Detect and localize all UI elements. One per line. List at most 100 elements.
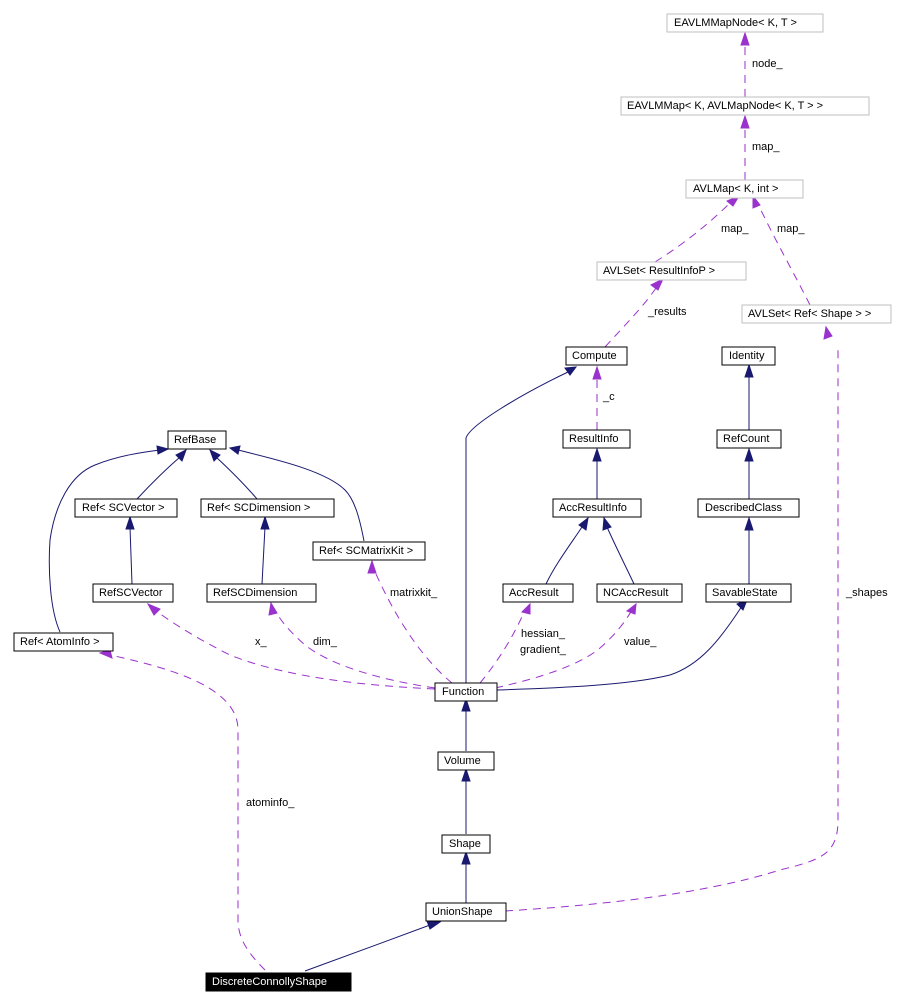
node-ref-scdimension[interactable]: Ref< SCDimension > <box>200 498 335 518</box>
edge-label-results: _results <box>647 306 687 318</box>
edge-label-hessian: hessian_ <box>521 628 566 640</box>
arrowhead-icon <box>461 767 471 782</box>
svg-text:AVLSet< ResultInfoP >: AVLSet< ResultInfoP > <box>603 265 715 277</box>
svg-text:AVLSet< Ref< Shape > >: AVLSet< Ref< Shape > > <box>748 308 871 320</box>
nodes: EAVLMMapNode< K, T > EAVLMMap< K, AVLMap… <box>13 13 892 992</box>
node-refscvector[interactable]: RefSCVector <box>92 583 174 603</box>
svg-text:AccResultInfo: AccResultInfo <box>559 502 627 514</box>
node-savablestate[interactable]: SavableState <box>705 583 792 603</box>
node-volume[interactable]: Volume <box>437 751 495 771</box>
collaboration-diagram: node_ map_ map_ map_ _results _c _shapes… <box>13 13 892 992</box>
svg-text:Identity: Identity <box>729 350 765 362</box>
arrowhead-icon <box>602 516 612 531</box>
node-refscdimension[interactable]: RefSCDimension <box>206 583 317 603</box>
svg-text:Function: Function <box>442 686 484 698</box>
edge-map-avlset-refshape <box>757 203 811 306</box>
edge-dim <box>274 609 436 689</box>
node-refcount[interactable]: RefCount <box>716 429 782 449</box>
node-avlset-refshape[interactable]: AVLSet< Ref< Shape > > <box>741 304 892 324</box>
node-avlset-resultinfop[interactable]: AVLSet< ResultInfoP > <box>596 261 747 281</box>
edge-matrixkit <box>371 564 453 684</box>
node-ref-atominfo[interactable]: Ref< AtomInfo > <box>13 632 114 652</box>
arrowhead-icon <box>823 325 833 340</box>
edge-ncaccresult-accresultinfo <box>606 526 635 585</box>
node-ncaccresult[interactable]: NCAccResult <box>596 583 683 603</box>
arrowhead-icon <box>740 114 750 129</box>
node-shape[interactable]: Shape <box>441 834 491 854</box>
node-refbase[interactable]: RefBase <box>167 430 227 450</box>
edge-label-shapes: _shapes <box>845 587 888 599</box>
node-resultinfo[interactable]: ResultInfo <box>562 429 631 449</box>
edge-discreteconnollyshape-unionshape <box>304 924 431 972</box>
svg-text:UnionShape: UnionShape <box>432 906 493 918</box>
svg-text:ResultInfo: ResultInfo <box>569 433 619 445</box>
arrowhead-icon <box>461 850 471 865</box>
svg-text:EAVLMMap< K, AVLMapNode< K, T: EAVLMMap< K, AVLMapNode< K, T > > <box>627 100 823 112</box>
svg-text:SavableState: SavableState <box>712 587 777 599</box>
edge-ref-scmatrixkit-refbase <box>237 449 365 542</box>
arrowhead-icon <box>521 602 531 615</box>
arrowhead-icon <box>564 366 578 376</box>
edge-label-node: node_ <box>752 58 783 70</box>
edge-ref-atominfo-refbase <box>48 449 161 633</box>
arrowhead-icon <box>744 516 754 531</box>
edge-label-atominfo: atominfo_ <box>246 797 295 809</box>
node-avlmap[interactable]: AVLMap< K, int > <box>685 179 804 199</box>
svg-text:Ref< AtomInfo >: Ref< AtomInfo > <box>20 636 100 648</box>
arrowhead-icon <box>156 445 170 455</box>
arrowhead-icon <box>125 515 135 530</box>
arrowhead-icon <box>740 31 750 46</box>
inheritance-edges <box>48 371 750 972</box>
edge-label-map: map_ <box>752 141 780 153</box>
node-compute[interactable]: Compute <box>565 346 628 366</box>
svg-text:AccResult: AccResult <box>509 587 559 599</box>
svg-text:DescribedClass: DescribedClass <box>705 502 783 514</box>
svg-text:RefCount: RefCount <box>723 433 769 445</box>
arrowhead-icon <box>260 515 270 530</box>
svg-text:Ref< SCDimension >: Ref< SCDimension > <box>207 502 310 514</box>
edge-refscdimension-ref-scdimension <box>261 526 266 585</box>
node-identity[interactable]: Identity <box>721 346 776 366</box>
arrowhead-icon <box>426 920 442 930</box>
node-ref-scmatrixkit[interactable]: Ref< SCMatrixKit > <box>312 541 426 561</box>
svg-text:Ref< SCMatrixKit >: Ref< SCMatrixKit > <box>319 545 413 557</box>
svg-text:RefBase: RefBase <box>174 434 216 446</box>
node-accresultinfo[interactable]: AccResultInfo <box>552 498 642 518</box>
svg-text:DiscreteConnollyShape: DiscreteConnollyShape <box>212 976 327 988</box>
edge-label-value: value_ <box>624 636 657 648</box>
node-unionshape[interactable]: UnionShape <box>425 902 507 922</box>
edge-accresult-accresultinfo <box>545 526 583 585</box>
arrowhead-icon <box>650 277 665 291</box>
edge-hessian-gradient <box>479 609 526 684</box>
svg-text:AVLMap< K, int >: AVLMap< K, int > <box>693 183 778 195</box>
arrowhead-icon <box>578 516 589 531</box>
arrowhead-icon <box>592 447 602 462</box>
svg-text:RefSCVector: RefSCVector <box>99 587 163 599</box>
node-function[interactable]: Function <box>434 682 498 702</box>
arrowhead-icon <box>625 602 637 615</box>
svg-text:Compute: Compute <box>572 350 617 362</box>
node-eavlmmap[interactable]: EAVLMMap< K, AVLMapNode< K, T > > <box>620 96 870 116</box>
node-describedclass[interactable]: DescribedClass <box>697 498 800 518</box>
edge-label-gradient: gradient_ <box>520 644 567 656</box>
svg-text:Ref< SCVector >: Ref< SCVector > <box>82 502 165 514</box>
node-eavlmmapnode[interactable]: EAVLMMapNode< K, T > <box>666 13 824 33</box>
edge-x <box>154 609 436 690</box>
edge-ref-scdimension-refbase <box>215 456 258 500</box>
svg-text:EAVLMMapNode< K, T >: EAVLMMapNode< K, T > <box>674 17 797 29</box>
svg-text:Volume: Volume <box>444 755 481 767</box>
svg-text:NCAccResult: NCAccResult <box>603 587 668 599</box>
node-discreteconnollyshape[interactable]: DiscreteConnollyShape <box>205 972 352 992</box>
svg-text:Shape: Shape <box>449 838 481 850</box>
edge-label-c: _c <box>602 391 615 403</box>
node-accresult[interactable]: AccResult <box>502 583 574 603</box>
edge-label-map: map_ <box>777 223 805 235</box>
svg-text:RefSCDimension: RefSCDimension <box>213 587 297 599</box>
node-ref-scvector[interactable]: Ref< SCVector > <box>74 498 178 518</box>
edge-refscvector-ref-scvector <box>129 526 133 585</box>
edge-label-matrixkit: matrixkit_ <box>390 587 438 599</box>
edge-label-x: x_ <box>255 636 268 648</box>
arrowhead-icon <box>744 363 754 378</box>
arrowhead-icon <box>146 602 161 616</box>
arrowhead-icon <box>744 447 754 462</box>
